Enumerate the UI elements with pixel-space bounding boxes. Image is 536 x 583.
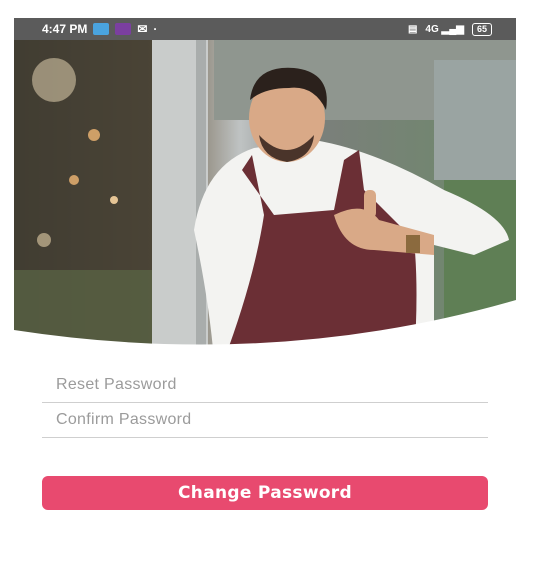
app-notification-icon: [93, 23, 110, 35]
status-right: ▤ 4G ▂▄▆ 65: [407, 22, 516, 36]
battery-icon: 65: [471, 22, 492, 36]
change-password-button[interactable]: Change Password: [42, 476, 488, 510]
mail-notification-icon: ✉: [137, 22, 148, 36]
reset-password-input[interactable]: [42, 368, 488, 402]
signal-icon: 4G ▂▄▆: [425, 23, 464, 35]
hero-image: [14, 40, 516, 360]
photo-notification-icon: [115, 23, 132, 35]
status-left: 4:47 PM ✉ ·: [14, 22, 157, 36]
app-screen: 4:47 PM ✉ · ▤ 4G ▂▄▆ 65 Change Password: [14, 18, 516, 583]
confirm-password-input[interactable]: [42, 403, 488, 437]
more-notifications-icon: ·: [153, 22, 158, 36]
status-bar: 4:47 PM ✉ · ▤ 4G ▂▄▆ 65: [14, 18, 516, 40]
status-time: 4:47 PM: [42, 22, 88, 36]
volte-icon: ▤: [407, 23, 418, 35]
reset-password-field[interactable]: [42, 368, 488, 403]
confirm-password-field[interactable]: [42, 403, 488, 438]
barista-photo: [14, 40, 516, 360]
